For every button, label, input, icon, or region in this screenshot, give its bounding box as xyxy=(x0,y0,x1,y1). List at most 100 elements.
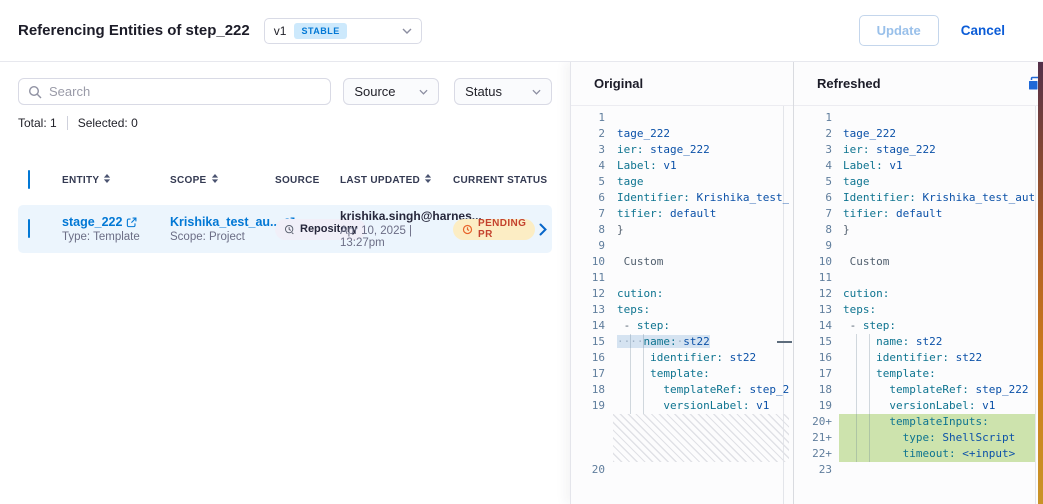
search-box[interactable] xyxy=(18,78,331,105)
code-line: 15 name: st22 xyxy=(794,334,1043,350)
code-line: 1 xyxy=(794,110,1043,126)
code-line: 14 - step: xyxy=(571,318,793,334)
source-filter-dropdown[interactable]: Source xyxy=(343,78,439,105)
code-line: 20 xyxy=(571,462,793,478)
code-line: 1 xyxy=(571,110,793,126)
scope-name-link[interactable]: Krishika_test_au... xyxy=(170,215,280,229)
code-line: 12cution: xyxy=(794,286,1043,302)
code-line: 3ier: stage_222 xyxy=(794,142,1043,158)
divider xyxy=(67,116,68,130)
code-line: 19 versionLabel: v1 xyxy=(794,398,1043,414)
dialog-header: Referencing Entities of step_222 v1 STAB… xyxy=(0,0,1043,62)
code-line: 8} xyxy=(794,222,1043,238)
code-line: 9 xyxy=(571,238,793,254)
chevron-down-icon xyxy=(402,28,412,34)
status-filter-dropdown[interactable]: Status xyxy=(454,78,552,105)
table-row[interactable]: stage_222 Type: Template Krishika_test_a… xyxy=(18,205,552,253)
sort-icon[interactable] xyxy=(211,173,219,187)
sort-icon[interactable] xyxy=(103,173,111,187)
code-line: 20+ templateInputs: xyxy=(794,414,1043,430)
updated-by: krishika.singh@harnes... xyxy=(340,209,453,223)
code-line: 9 xyxy=(794,238,1043,254)
entities-panel: Source Status Total: 1 Selected: 0 ENTIT… xyxy=(0,63,570,504)
cursor-position-marker xyxy=(777,341,792,343)
cancel-button[interactable]: Cancel xyxy=(961,23,1005,38)
code-line: 15····name:·st22 xyxy=(571,334,793,350)
repository-icon xyxy=(284,224,295,235)
updated-at: Apr 10, 2025 | 13:27pm xyxy=(340,225,453,249)
code-line: 10 Custom xyxy=(571,254,793,270)
column-entity: ENTITY xyxy=(62,175,99,186)
search-icon xyxy=(28,85,42,99)
column-source: SOURCE xyxy=(275,175,320,186)
code-line: 3ier: stage_222 xyxy=(571,142,793,158)
original-title: Original xyxy=(594,76,643,91)
refreshed-pane: Refreshed 12tage_2223ier: stage_2224Labe… xyxy=(794,62,1043,504)
indent-guide xyxy=(643,334,644,414)
source-filter-label: Source xyxy=(354,84,395,99)
column-current-status: CURRENT STATUS xyxy=(453,175,547,186)
row-checkbox[interactable] xyxy=(28,219,30,238)
indent-guide xyxy=(856,334,857,462)
refreshed-code-editor[interactable]: 12tage_2223ier: stage_2224Label: v15tage… xyxy=(794,106,1043,504)
scope-sub: Scope: Project xyxy=(170,231,275,243)
code-line: 11 xyxy=(794,270,1043,286)
code-line: 16 identifier: st22 xyxy=(794,350,1043,366)
code-line: 5tage xyxy=(571,174,793,190)
code-line: 10 Custom xyxy=(794,254,1043,270)
diff-panel: Original 12tage_2223ier: stage_2224Label… xyxy=(570,62,1043,504)
chevron-down-icon xyxy=(419,89,428,95)
entity-type: Type: Template xyxy=(62,231,170,243)
column-scope: SCOPE xyxy=(170,175,207,186)
column-last-updated: LAST UPDATED xyxy=(340,175,420,186)
code-line: 4Label: v1 xyxy=(794,158,1043,174)
code-line: 23 xyxy=(794,462,1043,478)
status-badge: PENDING PR xyxy=(453,219,535,240)
code-line: 2tage_222 xyxy=(571,126,793,142)
code-line: 13teps: xyxy=(571,302,793,318)
sort-icon[interactable] xyxy=(424,173,432,187)
code-line: 5tage xyxy=(794,174,1043,190)
indent-guide xyxy=(630,334,631,414)
chevron-right-icon[interactable] xyxy=(535,219,551,240)
chevron-down-icon xyxy=(532,89,541,95)
code-line: 7tifier: default xyxy=(794,206,1043,222)
refreshed-title: Refreshed xyxy=(817,76,881,91)
code-line: 18 templateRef: step_222 xyxy=(571,382,793,398)
background-page-edge xyxy=(1038,62,1043,504)
search-input[interactable] xyxy=(49,84,321,99)
code-line: 17 template: xyxy=(794,366,1043,382)
stable-badge: STABLE xyxy=(294,23,346,39)
code-line: 14 - step: xyxy=(794,318,1043,334)
code-line: 2tage_222 xyxy=(794,126,1043,142)
version-label: v1 xyxy=(274,24,287,38)
indent-guide xyxy=(869,334,870,462)
code-line: 6Identifier: Krishika_test_aut xyxy=(571,190,793,206)
code-line: 6Identifier: Krishika_test_aut xyxy=(794,190,1043,206)
code-line: 13teps: xyxy=(794,302,1043,318)
original-code-editor[interactable]: 12tage_2223ier: stage_2224Label: v15tage… xyxy=(571,106,793,504)
external-link-icon[interactable] xyxy=(126,217,137,228)
entity-name-link[interactable]: stage_222 xyxy=(62,215,122,229)
code-line: 4Label: v1 xyxy=(571,158,793,174)
code-line: 8} xyxy=(571,222,793,238)
code-line: 11 xyxy=(571,270,793,286)
code-line xyxy=(571,414,793,462)
page-title: Referencing Entities of step_222 xyxy=(18,22,250,39)
code-line: 18 templateRef: step_222 xyxy=(794,382,1043,398)
code-line: 12cution: xyxy=(571,286,793,302)
code-line: 22+ timeout: <+input> xyxy=(794,446,1043,462)
code-line: 21+ type: ShellScript xyxy=(794,430,1043,446)
code-line: 19 versionLabel: v1 xyxy=(571,398,793,414)
selected-count: Selected: 0 xyxy=(78,116,138,130)
total-count: Total: 1 xyxy=(18,116,57,130)
status-filter-label: Status xyxy=(465,84,502,99)
select-all-checkbox[interactable] xyxy=(28,170,30,189)
version-select[interactable]: v1 STABLE xyxy=(264,18,422,44)
update-button[interactable]: Update xyxy=(859,15,939,46)
original-pane: Original 12tage_2223ier: stage_2224Label… xyxy=(571,62,794,504)
code-line: 16 identifier: st22 xyxy=(571,350,793,366)
code-line: 7tifier: default xyxy=(571,206,793,222)
clock-icon xyxy=(462,224,473,235)
table-header: ENTITY SCOPE SOURCE LAST UPDATED CURRENT… xyxy=(18,171,552,189)
